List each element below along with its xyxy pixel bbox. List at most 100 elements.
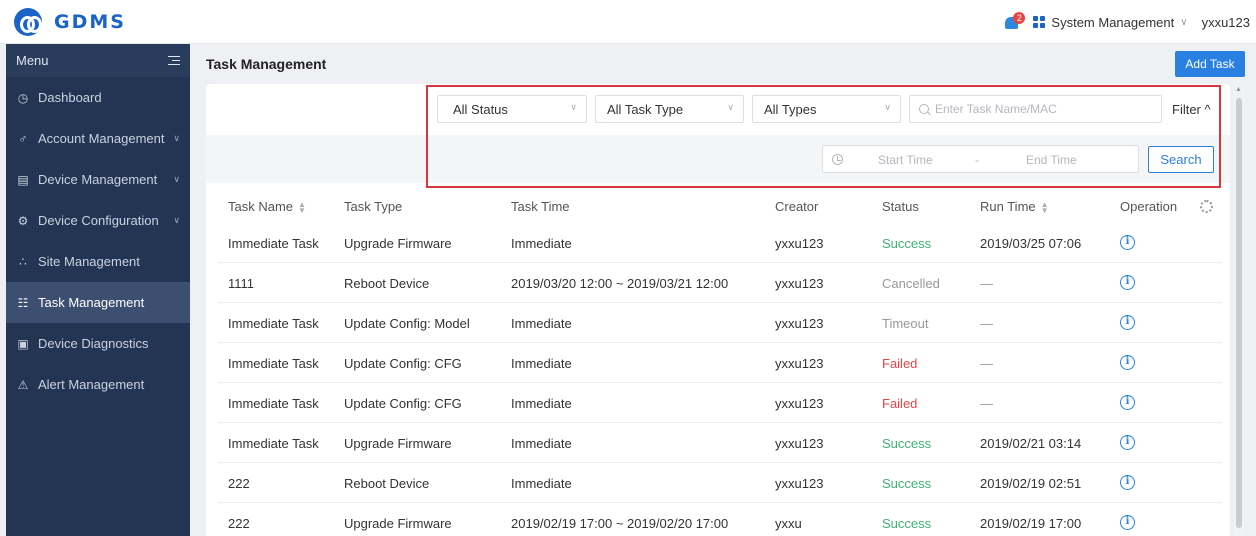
notification-badge: 2 [1013,12,1026,24]
cell-name: 222 [228,516,250,531]
chevron-down-icon: ∨ [173,133,180,143]
info-icon[interactable]: i [1120,435,1135,450]
sidebar-item-account-management[interactable]: ♂ Account Management ∨ [6,118,190,159]
cell-run-time: — [980,356,993,371]
info-icon[interactable]: i [1120,475,1135,490]
sidebar-item-label: Dashboard [38,90,102,105]
sort-icon[interactable]: ▲ ▼ [298,200,306,214]
info-icon[interactable]: i [1120,395,1135,410]
cell-run-time: 2019/02/21 03:14 [980,436,1082,451]
sidebar-menu-header: Menu [6,44,190,77]
cell-status: Success [882,436,932,451]
column-header-task-type: Task Type [344,199,403,214]
cell-run-time: 2019/03/25 07:06 [980,236,1082,251]
table-row[interactable]: Immediate Task Update Config: CFG Immediat… [218,383,1222,423]
table-row[interactable]: Immediate Task Update Config: Model Immedi… [218,303,1222,343]
cell-status: Success [882,516,932,531]
logo-text: GDMS [54,10,126,33]
scroll-up-icon[interactable]: ▲ [1235,86,1242,93]
gear-icon: ⚙ [17,213,29,228]
sidebar-item-dashboard[interactable]: ◷ Dashboard [6,77,190,118]
system-management-menu[interactable]: System Management ∨ [1033,15,1201,30]
sidebar-item-task-management[interactable]: ☷ Task Management [6,282,190,323]
cell-run-time: 2019/02/19 02:51 [980,476,1082,491]
table-row[interactable]: 222 Upgrade Firmware 2019/02/19 17:00 ~ 20… [218,503,1222,536]
sidebar-item-label: Device Diagnostics [38,336,149,351]
table-row[interactable]: 1111 Reboot Device 2019/03/20 12:00 ~ 2019… [218,263,1222,303]
column-header-task-name[interactable]: Task Name ▲ ▼ [228,199,306,214]
cell-type: Reboot Device [344,476,430,491]
table-row[interactable]: Immediate Task Update Config: CFG Immediat… [218,343,1222,383]
cell-name: Immediate Task [228,236,319,251]
cell-time: Immediate [511,476,572,491]
scrollbar[interactable]: ▲ [1234,84,1244,536]
cell-type: Upgrade Firmware [344,436,452,451]
menu-collapse-icon[interactable] [168,55,180,66]
filter-highlight-box [426,85,1221,188]
cell-creator: yxxu123 [775,316,824,331]
info-icon[interactable]: i [1120,315,1135,330]
cell-time: Immediate [511,396,572,411]
cell-name: Immediate Task [228,396,319,411]
site-icon: ∴ [19,254,27,269]
sidebar-item-alert-management[interactable]: ⚠ Alert Management [6,364,190,405]
cell-status: Success [882,236,932,251]
info-icon[interactable]: i [1120,515,1135,530]
cell-name: Immediate Task [228,356,319,371]
notification-bell-icon[interactable]: 2 [1003,12,1026,32]
cell-time: 2019/03/20 12:00 ~ 2019/03/21 12:00 [511,276,729,291]
apps-grid-icon [1033,16,1046,28]
top-bar: GDMS 2 System Management ∨ yxxu123 [0,0,1256,44]
cell-run-time: — [980,396,993,411]
column-header-task-time: Task Time [511,199,570,214]
cell-name: 1111 [228,276,255,291]
cell-type: Reboot Device [344,276,430,291]
chevron-down-icon: ∨ [173,174,180,184]
table-row[interactable]: Immediate Task Upgrade Firmware Immediate y… [218,223,1222,263]
sidebar-item-device-management[interactable]: ▤ Device Management ∨ [6,159,190,200]
sidebar-item-site-management[interactable]: ∴ Site Management [6,241,190,282]
sidebar-item-device-configuration[interactable]: ⚙ Device Configuration ∨ [6,200,190,241]
cell-creator: yxxu123 [775,276,824,291]
column-settings-icon[interactable] [1200,200,1213,213]
info-icon[interactable]: i [1120,275,1135,290]
username[interactable]: yxxu123 [1202,15,1250,30]
cell-time: Immediate [511,436,572,451]
cell-creator: yxxu123 [775,356,824,371]
chevron-down-icon: ∨ [1180,16,1188,28]
page-title: Task Management [206,56,327,72]
cell-status: Failed [882,356,918,371]
sidebar-item-label: Site Management [38,254,140,269]
column-header-run-time[interactable]: Run Time ▲ ▼ [980,199,1049,214]
info-icon[interactable]: i [1120,235,1135,250]
cell-status: Failed [882,396,918,411]
column-header-creator: Creator [775,199,819,214]
device-icon: ▤ [17,172,29,187]
cell-time: Immediate [511,236,572,251]
sort-icon[interactable]: ▲ ▼ [1041,200,1049,214]
alert-icon: ⚠ [17,377,29,392]
diagnostics-icon: ▣ [17,336,29,351]
table-row[interactable]: 222 Reboot Device Immediate yxxu123 Success 2… [218,463,1222,503]
logo[interactable]: GDMS [14,7,126,36]
gdms-logo-icon [14,7,42,36]
info-icon[interactable]: i [1120,355,1135,370]
cell-run-time: 2019/02/19 17:00 [980,516,1082,531]
cell-type: Update Config: Model [344,316,470,331]
cell-type: Upgrade Firmware [344,236,452,251]
table-row[interactable]: Immediate Task Upgrade Firmware Immediate y… [218,423,1222,463]
cell-creator: yxxu123 [775,396,824,411]
cell-status: Success [882,476,932,491]
task-icon: ☷ [17,295,29,310]
cell-creator: yxxu [775,516,802,531]
cell-type: Upgrade Firmware [344,516,452,531]
cell-type: Update Config: CFG [344,396,462,411]
sidebar-item-label: Account Management [38,131,165,146]
sidebar-item-device-diagnostics[interactable]: ▣ Device Diagnostics [6,323,190,364]
cell-status: Timeout [882,316,929,331]
cell-status: Cancelled [882,276,940,291]
add-task-button[interactable]: Add Task [1175,51,1245,77]
cell-creator: yxxu123 [775,476,824,491]
cell-time: Immediate [511,316,572,331]
scroll-thumb[interactable] [1236,98,1242,528]
